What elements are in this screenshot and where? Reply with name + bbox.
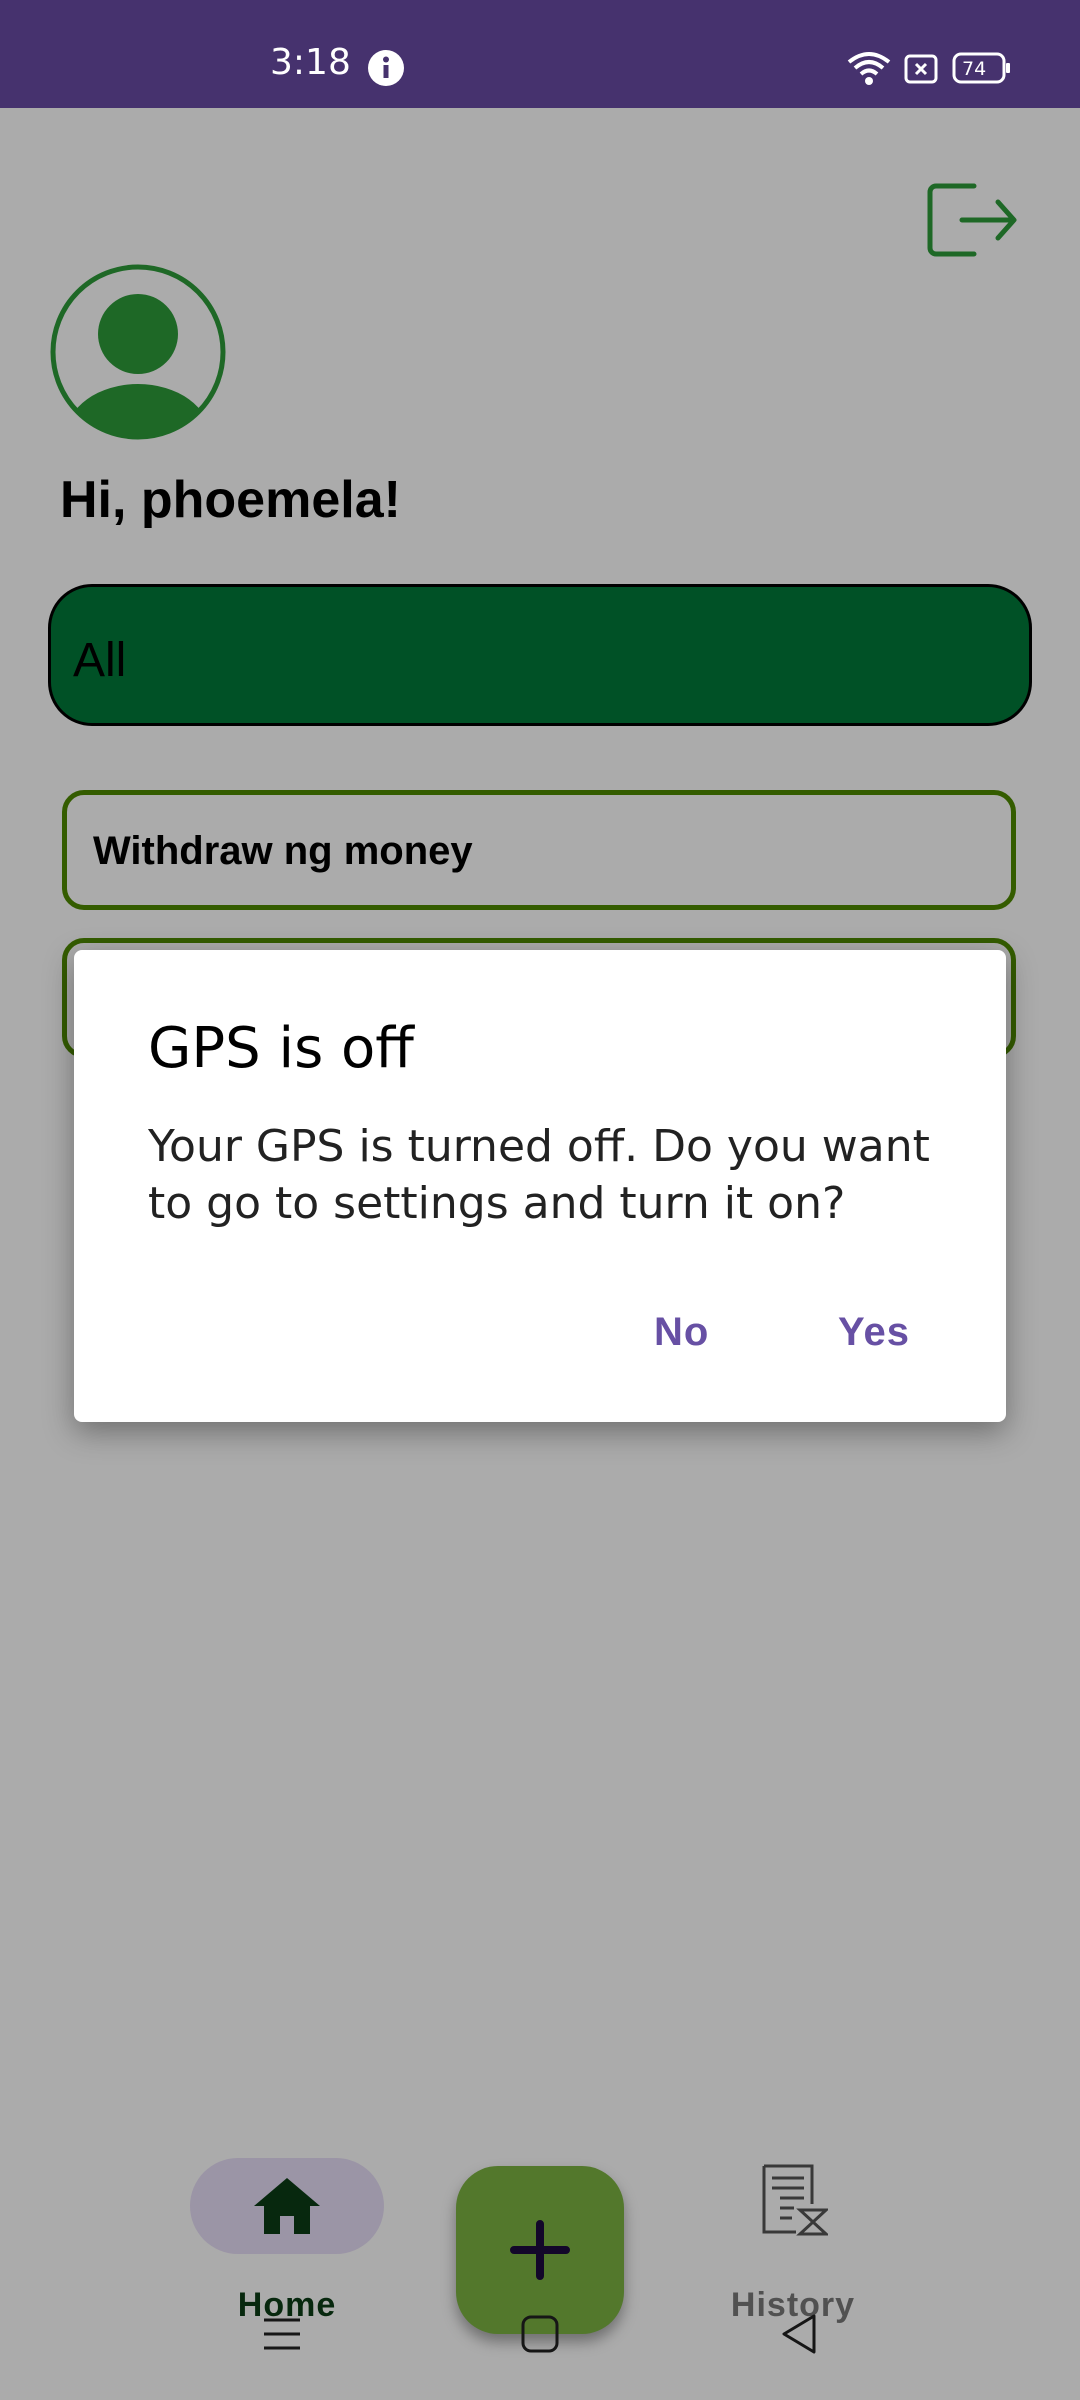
status-time: 3:18 <box>270 42 351 83</box>
gps-dialog: GPS is off Your GPS is turned off. Do yo… <box>74 950 1006 1422</box>
dialog-message: Your GPS is turned off. Do you want to g… <box>148 1121 930 1229</box>
dialog-title: GPS is off <box>148 1016 414 1081</box>
wifi-icon <box>847 52 891 85</box>
battery-level: 74 <box>962 58 987 80</box>
battery-icon: 74 <box>952 52 1012 84</box>
info-icon <box>368 50 404 86</box>
sim-x-icon <box>904 54 938 84</box>
status-bar: 3:18 74 <box>0 0 1080 108</box>
no-button[interactable]: No <box>654 1310 709 1355</box>
yes-button[interactable]: Yes <box>838 1310 910 1355</box>
